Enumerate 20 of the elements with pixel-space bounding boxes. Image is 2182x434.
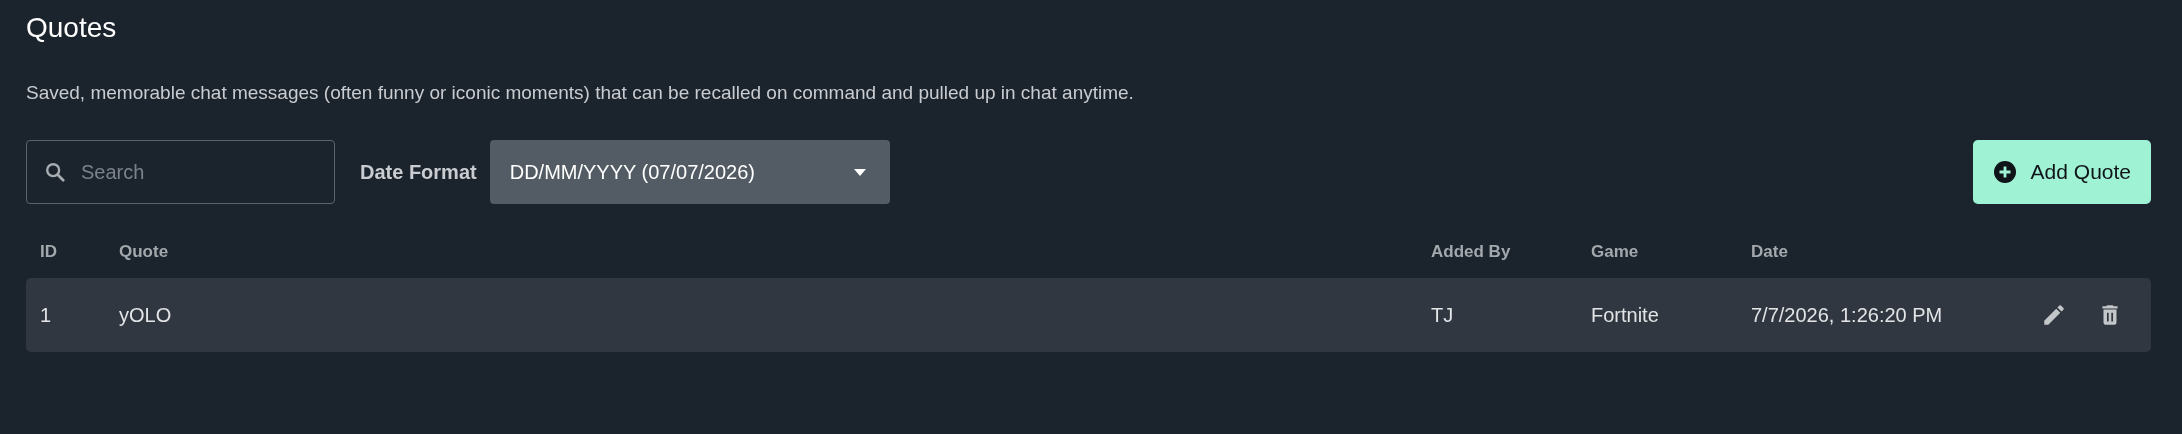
- column-header: Date: [1751, 242, 1789, 262]
- date-format-dropdown[interactable]: DD/MM/YYYY (07/07/2026): [489, 140, 890, 204]
- table-cell-text: Fortnite: [1591, 303, 1660, 327]
- page-title: Quotes: [26, 11, 118, 45]
- add-quote-button[interactable]: Add Quote: [1972, 140, 2151, 204]
- caret-icon: [853, 168, 866, 176]
- search-field[interactable]: Search: [26, 140, 335, 204]
- table-cell-text: 1: [40, 303, 53, 327]
- column-header: Quote: [119, 242, 170, 262]
- table-cell-text: TJ: [1431, 303, 1455, 327]
- column-header: Game: [1591, 242, 1640, 262]
- search-icon: [44, 161, 66, 183]
- page-description: Saved, memorable chat messages (often funny or iconic moments) that can be recalled on command and pulled up in chat anytime.: [26, 81, 1135, 105]
- date-format-label: Date Format: [360, 160, 477, 184]
- column-header: ID: [40, 242, 58, 262]
- plus-circle-icon: [1992, 160, 2017, 184]
- edit-icon[interactable]: [2041, 302, 2067, 328]
- table-cell-text: yOLO: [119, 303, 173, 327]
- table-cell-text: 7/7/2026, 1:26:20 PM: [1751, 303, 1944, 327]
- column-header: Added By: [1431, 242, 1512, 262]
